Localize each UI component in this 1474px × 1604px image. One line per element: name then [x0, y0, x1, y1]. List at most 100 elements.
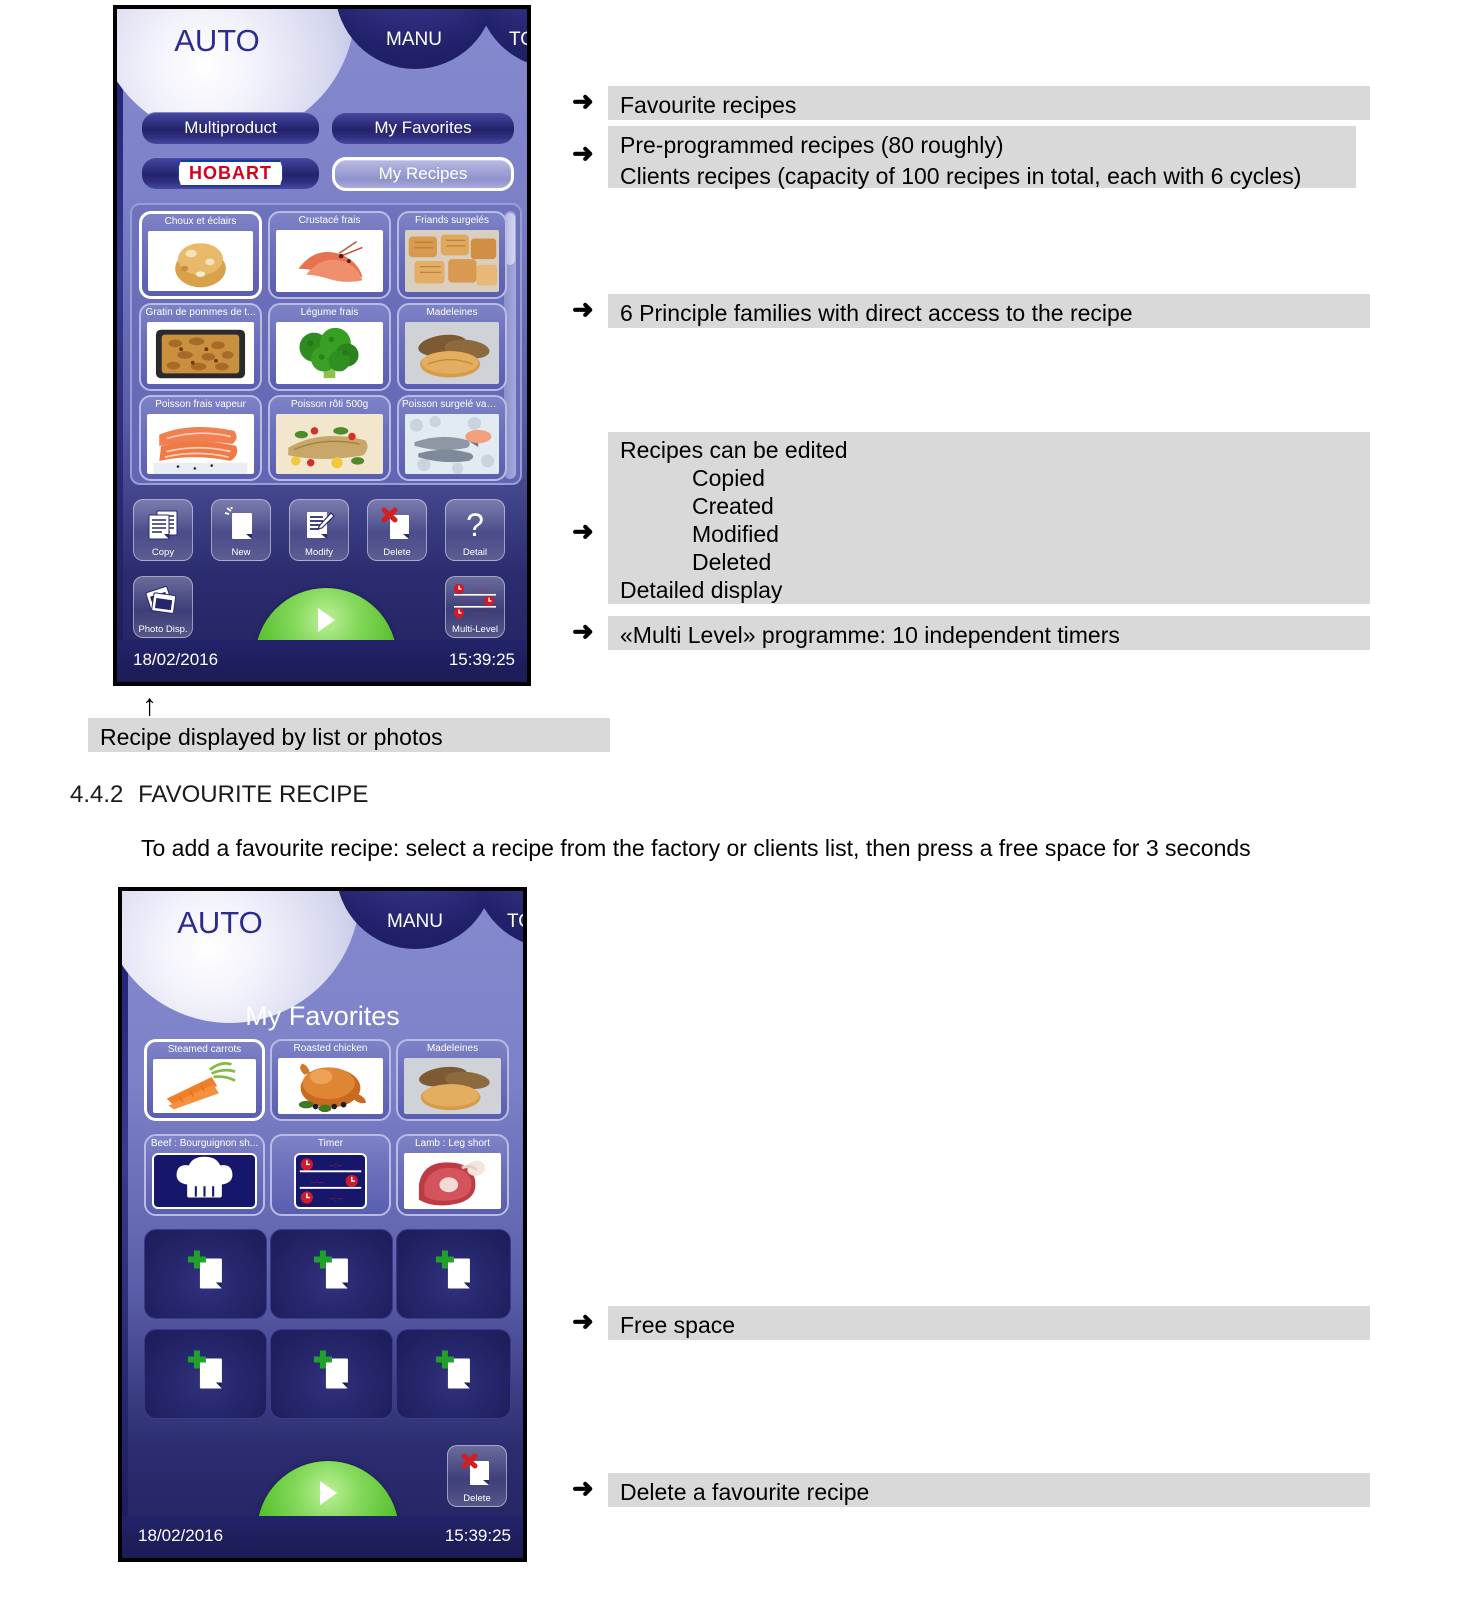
- annotation-arrow: [572, 140, 594, 166]
- annotation-text-line1: Pre-programmed recipes (80 roughly): [620, 132, 1004, 158]
- favorite-tile-label: Lamb : Leg short: [414, 1138, 491, 1149]
- svg-text:?: ?: [466, 507, 484, 541]
- favorite-tile-photo-multi-timer-icon: --:-- --:-- --:--: [294, 1153, 367, 1209]
- annotation-list-item: Created: [692, 493, 774, 519]
- annotation-arrow: [572, 518, 594, 544]
- recipe-tile-label: Légume frais: [300, 307, 359, 318]
- favorite-tile[interactable]: Timer --:-- --:-- --:--: [270, 1134, 391, 1216]
- recipe-tile[interactable]: Crustacé frais: [268, 211, 391, 299]
- annotation-text: 6 Principle families with direct access …: [620, 300, 1133, 326]
- favorite-tile-photo-carrots: [153, 1059, 256, 1113]
- section-heading: 4.4.2 FAVOURITE RECIPE: [70, 781, 368, 809]
- free-slot[interactable]: [144, 1329, 267, 1419]
- annotation-recipes-can-be-edited: Recipes can be edited Copied Created Mod…: [608, 432, 1370, 604]
- recipe-tile-label: Friands surgelés: [415, 215, 489, 226]
- recipe-grid-panel: Choux et éclairs Crustacé frais Friands …: [130, 203, 522, 485]
- button-multiproduct-label: Multiproduct: [184, 118, 277, 137]
- favorite-tile-photo-chef-hat-icon: [152, 1153, 257, 1209]
- free-slot[interactable]: [396, 1229, 511, 1319]
- status-time: 15:39:25: [444, 1526, 511, 1545]
- section-number: 4.4.2: [70, 781, 124, 808]
- annotation-text: «Multi Level» programme: 10 independent …: [620, 622, 1120, 648]
- tab-toolbox-label[interactable]: TOOL BOX: [470, 911, 523, 933]
- toolbar-button-copy[interactable]: Copy: [133, 499, 193, 561]
- add-document-icon: [309, 1250, 357, 1299]
- favorite-tile[interactable]: Beef : Bourguignon sh...: [144, 1134, 265, 1216]
- annotation-arrow: [572, 618, 594, 644]
- recipe-tile-label: Crustacé frais: [298, 215, 361, 226]
- free-slot[interactable]: [270, 1229, 393, 1319]
- favorite-tile[interactable]: Lamb : Leg short: [396, 1134, 509, 1216]
- favorite-tile[interactable]: Roasted chicken: [270, 1039, 391, 1121]
- toolbar-button-modify[interactable]: Modify: [289, 499, 349, 561]
- free-slot[interactable]: [396, 1329, 511, 1419]
- hobart-logo: HOBART: [177, 159, 284, 187]
- annotation-arrow: [572, 1308, 594, 1334]
- recipe-tile-photo-pastry-rolls: [405, 230, 499, 292]
- recipe-tile-photo-frozen-fish-ice: [405, 414, 499, 474]
- add-document-icon: [309, 1350, 357, 1399]
- svg-text:--:--: --:--: [462, 599, 474, 606]
- delete-favourite-button[interactable]: Delete: [447, 1445, 507, 1507]
- recipe-tile-label: Poisson surgelé vape...: [402, 399, 505, 410]
- recipe-tile[interactable]: Friands surgelés: [397, 211, 507, 299]
- favorite-tile-label: Beef : Bourguignon sh...: [150, 1138, 259, 1149]
- recipe-tile[interactable]: Poisson frais vapeur: [139, 395, 262, 481]
- annotation-text: Favourite recipes: [620, 92, 797, 118]
- toolbar-button-multi-level[interactable]: --:-- --:-- --:-- Multi-Level: [445, 576, 505, 638]
- recipe-tile[interactable]: Gratin de pommes de t...: [139, 303, 262, 391]
- recipe-tile[interactable]: Poisson rôti 500g: [268, 395, 391, 481]
- recipe-tile[interactable]: Poisson surgelé vape...: [397, 395, 507, 481]
- free-slot[interactable]: [144, 1229, 267, 1319]
- tab-manu-label[interactable]: MANU: [349, 29, 479, 51]
- toolbar-button-new[interactable]: New: [211, 499, 271, 561]
- tab-toolbox-label[interactable]: TOOL BOX: [472, 29, 527, 51]
- tab-manu-label[interactable]: MANU: [350, 911, 480, 933]
- svg-text:--:--: --:--: [475, 587, 487, 594]
- recipe-tile[interactable]: Madeleines: [397, 303, 507, 391]
- favorite-tile[interactable]: Steamed carrots: [144, 1039, 265, 1121]
- annotation-text-line2: Clients recipes (capacity of 100 recipes…: [620, 163, 1302, 189]
- button-multiproduct[interactable]: Multiproduct: [142, 112, 319, 144]
- free-slot[interactable]: [270, 1329, 393, 1419]
- tab-auto-label[interactable]: AUTO: [140, 905, 300, 941]
- play-icon: [317, 607, 335, 632]
- favorite-tile-label: Madeleines: [426, 1043, 479, 1054]
- add-document-icon: [183, 1350, 231, 1399]
- section-title: FAVOURITE RECIPE: [138, 781, 369, 808]
- play-icon: [319, 1480, 337, 1505]
- recipe-tile-photo-cream-puff: [148, 231, 253, 291]
- photo-stack-icon: [134, 581, 192, 621]
- annotation-delete-favourite: Delete a favourite recipe: [608, 1473, 1370, 1507]
- device-screen-my-recipes: AUTO MANU TOOL BOX Multiproduct My Favor…: [113, 5, 531, 686]
- favorite-tile-photo-madeleines: [404, 1058, 501, 1114]
- recipe-tile-photo-prawns: [276, 230, 383, 292]
- recipe-tile-label: Choux et éclairs: [164, 216, 237, 227]
- button-my-favorites[interactable]: My Favorites: [332, 112, 514, 144]
- annotation-arrow: [572, 88, 594, 114]
- button-my-recipes[interactable]: My Recipes: [332, 157, 514, 191]
- favorite-tile[interactable]: Madeleines: [396, 1039, 509, 1121]
- recipe-tile[interactable]: Choux et éclairs: [139, 211, 262, 299]
- toolbar-button-delete[interactable]: Delete: [367, 499, 427, 561]
- svg-text:--:--: --:--: [329, 1161, 343, 1170]
- section-paragraph: To add a favourite recipe: select a reci…: [141, 835, 1381, 862]
- device-screen-my-favorites: AUTO MANU TOOL BOX My Favorites Steamed …: [118, 887, 527, 1562]
- delete-document-icon: [448, 1450, 506, 1490]
- delete-document-icon: [368, 504, 426, 544]
- button-hobart[interactable]: HOBART: [142, 157, 319, 189]
- caption-text: Recipe displayed by list or photos: [100, 724, 443, 750]
- recipe-tile-label: Poisson frais vapeur: [155, 399, 246, 410]
- annotation-list-item: Deleted: [692, 549, 772, 575]
- annotation-text: Delete a favourite recipe: [620, 1479, 870, 1505]
- recipe-tile-label: Gratin de pommes de t...: [145, 307, 256, 318]
- toolbar-button-detail[interactable]: ? Detail: [445, 499, 505, 561]
- favorite-tile-label: Roasted chicken: [293, 1043, 368, 1054]
- annotation-free-space: Free space: [608, 1306, 1370, 1340]
- svg-text:--:--: --:--: [475, 611, 487, 618]
- tab-auto-label[interactable]: AUTO: [137, 23, 297, 59]
- recipe-tile[interactable]: Légume frais: [268, 303, 391, 391]
- recipe-tile-label: Madeleines: [426, 307, 478, 318]
- toolbar-button-photo-display[interactable]: Photo Disp.: [133, 576, 193, 638]
- annotation-multi-level-programme: «Multi Level» programme: 10 independent …: [608, 616, 1370, 650]
